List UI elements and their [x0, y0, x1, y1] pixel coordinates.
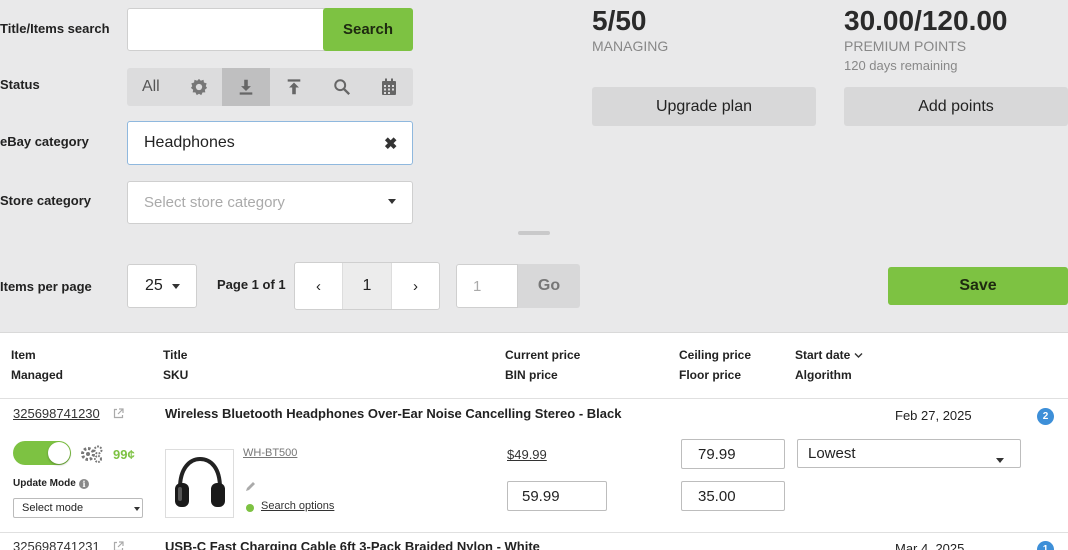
download-icon[interactable] [222, 68, 271, 106]
pager: ‹ 1 › [294, 262, 440, 310]
next-page-button[interactable]: › [391, 263, 439, 309]
clear-icon[interactable]: ✖ [384, 134, 397, 154]
add-points-button[interactable]: Add points [844, 87, 1068, 126]
count-badge[interactable]: 2 [1037, 408, 1054, 425]
header-bin-price: BIN price [505, 368, 558, 382]
bin-price-input[interactable]: 59.99 [507, 481, 607, 511]
item-title: Wireless Bluetooth Headphones Over-Ear N… [165, 406, 622, 421]
go-button[interactable]: Go [518, 264, 580, 308]
table-row: 325698741230 Wireless Bluetooth Headphon… [0, 399, 1068, 533]
start-date: Mar 4, 2025 [895, 541, 965, 550]
header-sku: SKU [163, 368, 189, 382]
premium-points-value: 30.00/120.00 [844, 5, 1008, 36]
managing-label: MANAGING [592, 38, 669, 54]
title-search-input[interactable] [127, 8, 327, 51]
search-options-link[interactable]: Search options [261, 500, 334, 512]
header-algorithm: Algorithm [795, 368, 852, 382]
gears-icon[interactable] [80, 444, 104, 464]
ebay-category-label: eBay category [0, 134, 89, 149]
header-current-price[interactable]: Current price [505, 345, 580, 365]
ebay-category-value: Headphones [144, 134, 235, 151]
update-mode-label: Update Mode [13, 478, 76, 489]
store-category-placeholder: Select store category [144, 194, 285, 211]
headphones-icon [175, 456, 225, 507]
chevron-down-icon [388, 199, 396, 204]
save-button[interactable]: Save [888, 267, 1068, 305]
search-icon[interactable] [318, 68, 366, 106]
pencil-icon[interactable] [245, 481, 256, 492]
table-row: 325698741231 USB-C Fast Charging Cable 6… [0, 533, 1068, 550]
header-start-date[interactable]: Start date [795, 345, 850, 365]
current-price-link[interactable]: $49.99 [507, 447, 547, 462]
items-per-page-select[interactable]: 25 [127, 264, 197, 308]
store-category-label: Store category [0, 193, 92, 208]
gear-icon[interactable] [175, 68, 223, 106]
ceiling-price-input[interactable]: 79.99 [681, 439, 785, 469]
upgrade-plan-button[interactable]: Upgrade plan [592, 87, 816, 126]
status-dot [246, 504, 254, 512]
status-filter-bar: All [127, 68, 413, 106]
chevron-down-icon [172, 284, 180, 289]
count-badge[interactable]: 1 [1037, 541, 1054, 550]
header-title[interactable]: Title [163, 345, 187, 365]
status-all[interactable]: All [127, 68, 175, 106]
header-item[interactable]: Item [11, 345, 36, 365]
toggle-knob [48, 442, 70, 464]
title-search-label: Title/Items search [0, 21, 110, 36]
header-floor-price: Floor price [679, 368, 742, 382]
start-date: Feb 27, 2025 [895, 408, 972, 423]
item-title: USB-C Fast Charging Cable 6ft 3-Pack Bra… [165, 539, 540, 550]
header-ceiling-price[interactable]: Ceiling price [679, 345, 751, 365]
search-button[interactable]: Search [323, 8, 413, 51]
algorithm-select[interactable]: Lowest [797, 439, 1021, 468]
sku-link[interactable]: WH-BT500 [243, 447, 297, 459]
upload-icon[interactable] [270, 68, 318, 106]
page-info: Page 1 of 1 [217, 277, 286, 292]
items-per-page-value: 25 [145, 277, 163, 294]
chevron-down-icon [996, 458, 1004, 463]
fee-label: 99¢ [113, 447, 135, 462]
product-thumbnail[interactable] [165, 449, 234, 518]
calendar-icon[interactable] [365, 68, 413, 106]
floor-price-input[interactable]: 35.00 [681, 481, 785, 511]
external-link-icon[interactable] [113, 408, 124, 419]
managing-count: 5/50 [592, 5, 647, 36]
header-managed: Managed [11, 368, 64, 382]
table-header: Item Managed Title SKU Current price BIN… [0, 333, 1068, 399]
update-mode-select[interactable]: Select mode [13, 498, 143, 518]
item-id-link[interactable]: 325698741230 [13, 406, 100, 421]
premium-points-label: PREMIUM POINTS [844, 38, 967, 54]
info-icon[interactable]: i [79, 479, 89, 489]
chevron-down-icon [134, 507, 140, 511]
days-remaining: 120 days remaining [844, 58, 958, 73]
store-category-select[interactable]: Select store category [127, 181, 413, 224]
resize-handle[interactable] [518, 231, 550, 235]
items-per-page-label: Items per page [0, 279, 92, 294]
prev-page-button[interactable]: ‹ [295, 263, 343, 309]
current-page[interactable]: 1 [343, 263, 391, 309]
managed-toggle[interactable] [13, 441, 71, 465]
status-label: Status [0, 77, 40, 92]
ebay-category-select[interactable]: Headphones [127, 121, 413, 165]
update-mode-value: Select mode [22, 502, 84, 514]
items-table: Item Managed Title SKU Current price BIN… [0, 332, 1068, 550]
item-id-link[interactable]: 325698741231 [13, 539, 100, 550]
external-link-icon[interactable] [113, 541, 124, 550]
sort-chevron-icon[interactable] [854, 352, 863, 359]
goto-page-input[interactable]: 1 [456, 264, 518, 308]
